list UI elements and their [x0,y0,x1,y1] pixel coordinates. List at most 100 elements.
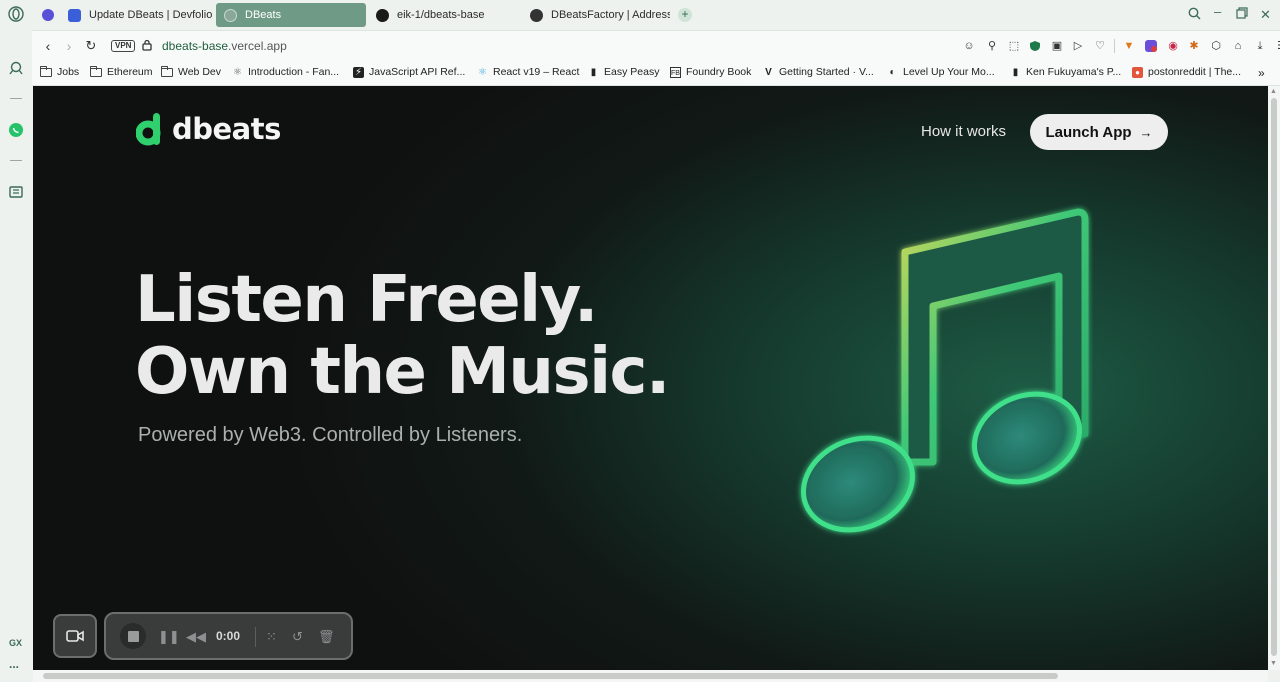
sidebar-divider [10,98,22,99]
bookmark-label: Foundry Book [686,66,752,78]
bookmark-easy-peasy[interactable]: ▮ Easy Peasy [588,66,660,78]
vertical-scroll-thumb[interactable] [1271,98,1277,656]
bookmark-getting-started[interactable]: V Getting Started · V... [763,66,874,78]
snapshot-icon[interactable]: ⬚ [1008,40,1020,52]
music-note-icon [793,204,1093,544]
tab-basescan[interactable]: DBeatsFactory | Address [522,3,670,27]
restore-icon[interactable] [1236,7,1248,22]
vpn-badge[interactable]: VPN [111,40,136,52]
new-tab-button[interactable]: + [678,8,692,22]
bookmark-label: Getting Started · V... [779,66,874,78]
url-host: dbeats-base [162,39,229,53]
dbeats-logo-icon [135,112,164,146]
stop-record-button[interactable] [120,623,146,649]
bookmark-label: Level Up Your Mo... [903,66,995,78]
page-icon: ▮ [590,66,597,78]
back-icon[interactable]: ‹ [40,38,56,54]
controls-divider [255,627,256,647]
brand-name: dbeats [172,112,281,146]
extensions-icon[interactable]: ⬡ [1210,40,1222,52]
launch-app-button[interactable]: Launch App → [1030,114,1168,150]
how-it-works-link[interactable]: How it works [921,123,1006,140]
shield-icon[interactable] [1029,40,1041,52]
bookmark-label: Easy Peasy [604,66,660,78]
opera-logo-icon[interactable] [8,6,24,22]
bookmark-jobs[interactable]: Jobs [40,65,80,78]
tab-devfolio[interactable]: Update DBeats | Devfolio [60,3,212,27]
search-tabs-icon[interactable] [1188,7,1201,23]
horizontal-scrollbar[interactable] [33,670,1268,682]
minimize-icon[interactable]: – [1214,4,1221,19]
bookmark-react-v19[interactable]: ⚛ React v19 – React [477,66,579,78]
reload-icon[interactable]: ↻ [83,38,99,54]
more-icon[interactable]: ... [9,658,19,670]
account-icon[interactable]: ⌂ [1232,40,1244,52]
arrow-right-icon: → [1139,124,1153,140]
bookmark-ethereum[interactable]: Ethereum [90,65,153,78]
player-icon[interactable] [8,184,24,200]
devfolio-favicon-icon [68,8,81,22]
video-camera-icon [66,630,84,642]
bookmark-ken-fukuyama[interactable]: ▮ Ken Fukuyama's P... [1010,66,1121,78]
address-bar: ‹ › ↻ VPN dbeats-base.vercel.app ☺ ⚲ ⬚ ▣… [32,30,1280,60]
bookmark-web-dev[interactable]: Web Dev [161,65,221,78]
emoji-icon[interactable]: ☺ [963,40,975,52]
bookmark-postonreddit[interactable]: ● postonreddit | The... [1132,66,1241,78]
bookmark-label: JavaScript API Ref... [369,66,466,78]
tab-label: Update DBeats | Devfolio [89,9,212,21]
gx-label[interactable]: GX [9,638,22,648]
circle-icon: ◐ [889,66,896,78]
pause-icon[interactable]: ❚❚ [158,629,180,645]
tab-github[interactable]: eik-1/dbeats-base [368,3,518,27]
vertical-scrollbar[interactable]: ▲ ▼ [1268,86,1280,670]
scroll-up-icon[interactable]: ▲ [1270,88,1277,95]
page-icon: ▮ [1012,66,1019,78]
url-text[interactable]: dbeats-base.vercel.app [162,39,287,53]
metamask-icon[interactable]: ▼ [1123,40,1135,52]
workspace-icon[interactable] [42,9,54,21]
bookmark-level-up[interactable]: ◐ Level Up Your Mo... [887,66,995,78]
bookmark-foundry-book[interactable]: FB Foundry Book [670,66,751,78]
bookmark-javascript-api[interactable]: ⚡ JavaScript API Ref... [353,66,465,78]
bookmark-introduction[interactable]: ⚛ Introduction - Fan... [232,66,339,78]
lock-icon[interactable] [142,39,152,54]
player-play-icon[interactable]: ▷ [1072,40,1084,52]
bolt-icon: ⚡ [353,66,364,78]
react-icon: ⚛ [233,66,242,78]
brand-logo[interactable]: dbeats [135,112,281,146]
hero-subline: Powered by Web3. Controlled by Listeners… [138,424,523,446]
aria-ai-icon[interactable] [8,60,24,76]
scroll-down-icon[interactable]: ▼ [1270,660,1277,667]
restart-icon[interactable]: ↺ [292,629,303,645]
opera-sidebar: GX ... [0,0,32,682]
whatsapp-icon[interactable] [8,122,24,138]
download-icon[interactable]: ⤓ [1254,40,1266,52]
rewind-icon[interactable]: ◀◀ [186,629,206,645]
forward-icon[interactable]: › [61,38,77,54]
close-icon[interactable]: ✕ [1260,7,1271,23]
page-viewport: dbeats How it works Launch App → Listen … [33,86,1268,670]
sidebar-divider [10,160,22,161]
bug-icon[interactable]: ✱ [1188,40,1200,52]
bookmarks-overflow-icon[interactable]: » [1258,66,1265,80]
tab-label: DBeatsFactory | Address [551,9,670,21]
record-icon[interactable]: ◉ [1167,40,1179,52]
tab-dbeats[interactable]: DBeats [216,3,366,27]
bookmark-label: Ken Fukuyama's P... [1026,66,1122,78]
horizontal-scroll-thumb[interactable] [43,673,1058,679]
bookmarks-bar: Jobs Ethereum Web Dev ⚛ Introduction - Fa… [32,60,1280,86]
extension-badge-icon[interactable] [1145,40,1157,52]
grid-icon[interactable]: ⁙ [266,629,277,645]
recording-controls: ❚❚ ◀◀ 0:00 ⁙ ↺ 🗑 [104,612,353,660]
url-domain: .vercel.app [228,39,287,53]
headline-line-1: Listen Freely. [135,263,598,337]
bookmark-label: Jobs [57,66,80,78]
heart-icon[interactable]: ♡ [1094,40,1106,52]
pin-icon[interactable]: ⚲ [986,40,998,52]
wallet-icon[interactable]: ▣ [1051,40,1063,52]
easy-setup-icon[interactable]: ☰ [1276,40,1280,52]
trash-icon[interactable]: 🗑 [318,629,335,645]
hero-headline: Listen Freely. Own the Music. [135,263,670,408]
camera-toggle-button[interactable] [53,614,97,658]
globe-icon [224,8,237,22]
